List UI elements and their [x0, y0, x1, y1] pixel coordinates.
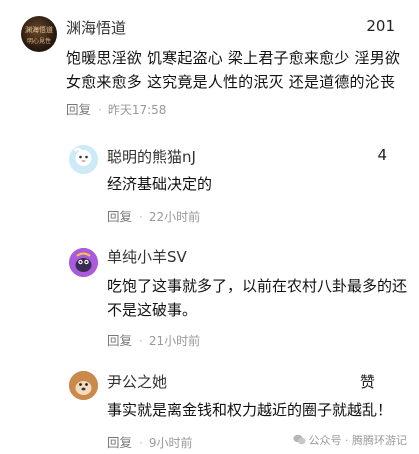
avatar[interactable] [69, 248, 98, 277]
avatar-calligraphy-sub: 明心見性 [27, 38, 52, 45]
username[interactable]: 渊海悟道 [66, 17, 126, 38]
username[interactable]: 尹公之她 [107, 371, 167, 392]
reply-button[interactable]: 回复 [66, 102, 91, 117]
cartoon-avatar-icon [69, 248, 98, 277]
comment-meta: 回复 · 21小时前 [107, 330, 200, 349]
comment-text: 吃饱了这事就多了，以前在农村八卦最多的还不是这破事。 [107, 277, 408, 319]
comment-meta: 回复 · 9小时前 [107, 432, 192, 451]
username[interactable]: 聪明的熊猫nJ [107, 146, 196, 167]
watermark: 公众号 · 腾腾环游记 [292, 432, 408, 448]
username[interactable]: 单纯小羊SV [107, 246, 187, 267]
avatar-calligraphy: 渊海悟道 [25, 26, 53, 34]
separator-dot: · [98, 103, 102, 117]
avatar[interactable] [69, 145, 98, 174]
timestamp: 21小时前 [148, 334, 201, 348]
separator-dot: · [139, 334, 143, 348]
comment-meta: 回复 · 昨天17:58 [66, 99, 166, 118]
watermark-text: 公众号 · 腾腾环游记 [308, 434, 408, 447]
dog-avatar-icon [69, 371, 98, 400]
separator-dot: · [139, 210, 143, 224]
wechat-icon [292, 434, 306, 445]
like-count[interactable]: 201 [366, 17, 395, 35]
reply-button[interactable]: 回复 [107, 333, 132, 348]
avatar[interactable]: 渊海悟道 明心見性 [21, 16, 57, 52]
comment-text: 经济基础决定的 [107, 175, 213, 193]
like-button[interactable]: 赞 [360, 371, 375, 392]
comment-text: 事实就是离金钱和权力越近的圈子就越乱！ [107, 401, 393, 419]
like-count[interactable]: 4 [377, 146, 387, 164]
timestamp: 昨天17:58 [107, 103, 167, 117]
reply-button[interactable]: 回复 [107, 209, 132, 224]
reply-button[interactable]: 回复 [107, 435, 132, 450]
avatar[interactable] [69, 371, 98, 400]
timestamp: 9小时前 [148, 436, 193, 450]
cartoon-avatar-icon [69, 145, 98, 174]
comment-meta: 回复 · 22小时前 [107, 206, 200, 225]
comment-text: 饱暖思淫欲 饥寒起盗心 梁上君子愈来愈少 淫男欲女愈来愈多 这究竟是人性的泯灭 … [66, 49, 401, 91]
timestamp: 22小时前 [148, 210, 201, 224]
separator-dot: · [139, 436, 143, 450]
